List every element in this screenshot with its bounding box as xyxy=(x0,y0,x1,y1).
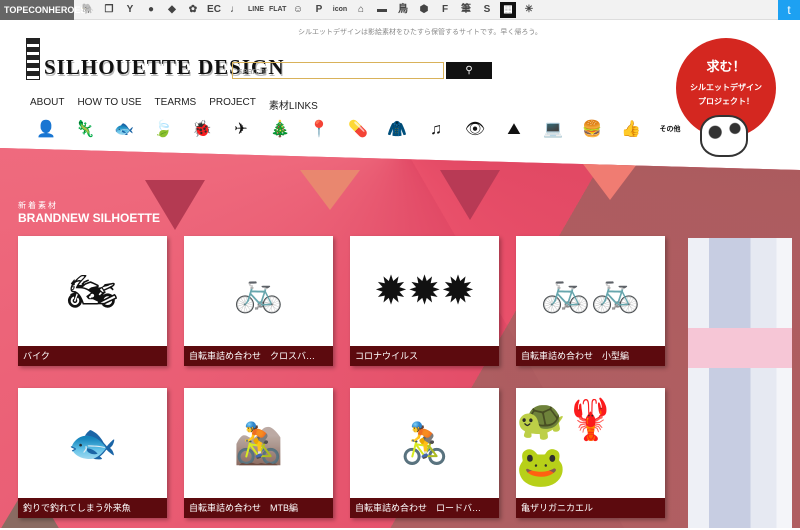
material-card[interactable]: 🚴 自転車詰め合わせ ロードバ… xyxy=(350,388,499,518)
site-link[interactable]: EC xyxy=(206,2,222,18)
card-thumbnail: 🚵 xyxy=(233,421,284,466)
section-title: BRANDNEW SILHOETTE xyxy=(18,211,160,225)
cow-mascot-icon xyxy=(700,115,748,157)
nav-how-to-use[interactable]: HOW TO USE xyxy=(77,97,141,112)
material-card[interactable]: 🚵 自転車詰め合わせ MTB編 xyxy=(184,388,333,518)
material-card[interactable]: 🐟 釣りで釣れてしまう外来魚 xyxy=(18,388,167,518)
site-link[interactable]: F xyxy=(437,2,453,18)
site-link[interactable]: icon xyxy=(332,2,348,18)
laptop-icon[interactable]: 💻 xyxy=(541,120,565,140)
material-card[interactable]: 🚲🚲 自転車詰め合わせ 小型編 xyxy=(516,236,665,366)
topeconheroes-link[interactable]: TOPECONHEROES xyxy=(0,0,86,20)
site-link[interactable]: FLAT xyxy=(269,2,286,18)
card-caption: 自転車詰め合わせ MTB編 xyxy=(184,498,333,518)
promo-line1: シルエットデザイン xyxy=(690,83,762,92)
lighthouse-icon xyxy=(26,38,40,80)
advertisement[interactable] xyxy=(688,238,792,528)
nav-tearms[interactable]: TEARMS xyxy=(155,97,197,112)
twitter-icon[interactable]: t xyxy=(778,0,800,20)
burger-icon[interactable]: 🍔 xyxy=(580,120,604,140)
person-icon[interactable]: Y xyxy=(122,2,138,18)
music-icon[interactable]: ♫ xyxy=(424,120,448,140)
house-icon[interactable]: ⌂ xyxy=(353,2,369,18)
shape-icon[interactable]: ◆ xyxy=(164,2,180,18)
nav-links[interactable]: 素材LINKS xyxy=(269,97,318,112)
card-caption: 自転車詰め合わせ クロスバ… xyxy=(184,346,333,366)
site-link[interactable]: ♩ xyxy=(227,2,243,18)
leaf-icon[interactable]: 🍃 xyxy=(151,120,175,140)
card-thumbnail: 🐢🦞🐸 xyxy=(516,398,616,489)
map-pin-icon[interactable]: 📍 xyxy=(307,120,331,140)
mountain-icon[interactable]: ⛰ xyxy=(502,120,526,140)
eye-icon[interactable]: 👁 xyxy=(463,120,487,140)
card-caption: バイク xyxy=(18,346,167,366)
promo-title: 求む！ xyxy=(706,59,746,74)
card-thumbnail: 🚲 xyxy=(233,269,284,314)
card-caption: 亀ザリガニカエル xyxy=(516,498,665,518)
site-link[interactable]: S xyxy=(479,2,495,18)
animal-icon[interactable]: 🐘 xyxy=(80,2,96,18)
speech-icon[interactable]: ● xyxy=(143,2,159,18)
card-caption: 自転車詰め合わせ 小型編 xyxy=(516,346,665,366)
card-thumbnail: ✹✹✹ xyxy=(374,269,475,313)
bug-icon[interactable]: 🐞 xyxy=(190,120,214,140)
lizard-icon[interactable]: 🦎 xyxy=(73,120,97,140)
fish-icon[interactable]: 🐟 xyxy=(112,120,136,140)
smile-icon[interactable]: ☺ xyxy=(290,2,306,18)
material-card[interactable]: 🚲 自転車詰め合わせ クロスバ… xyxy=(184,236,333,366)
copy-icon[interactable]: ❐ xyxy=(101,2,117,18)
star-icon[interactable]: ✳ xyxy=(521,2,537,18)
site-link[interactable]: P xyxy=(311,2,327,18)
person-icon[interactable]: 👤 xyxy=(34,120,58,140)
hand-icon[interactable]: 👍 xyxy=(619,120,643,140)
card-caption: 釣りで釣れてしまう外来魚 xyxy=(18,498,167,518)
card-thumbnail: 🚴 xyxy=(399,421,450,466)
main-nav: ABOUT HOW TO USE TEARMS PROJECT 素材LINKS xyxy=(30,97,318,112)
card-caption: コロナウイルス xyxy=(350,346,499,366)
category-other[interactable]: その他 xyxy=(658,120,682,140)
material-card[interactable]: 🐢🦞🐸 亀ザリガニカエル xyxy=(516,388,665,518)
bird-icon[interactable]: 鳥 xyxy=(395,2,411,18)
site-link[interactable]: LINE xyxy=(248,2,264,18)
tree-icon[interactable]: 🎄 xyxy=(268,120,292,140)
card-caption: 自転車詰め合わせ ロードバ… xyxy=(350,498,499,518)
promo-line2: プロジェクト！ xyxy=(698,97,754,106)
airplane-icon[interactable]: ✈ xyxy=(229,120,253,140)
flower-icon[interactable]: ✿ xyxy=(185,2,201,18)
card-thumbnail: 🏍 xyxy=(67,269,118,314)
top-bar: TOPECONHEROES 🐘 ❐ Y ● ◆ ✿ EC ♩ LINE FLAT ☺ Picon ⌂ ▬ 鳥… xyxy=(0,0,800,20)
material-card[interactable]: 🏍 バイク xyxy=(18,236,167,366)
card-thumbnail: 🐟 xyxy=(67,421,118,466)
jacket-icon[interactable]: 🧥 xyxy=(385,120,409,140)
card-thumbnail: 🚲🚲 xyxy=(540,269,641,314)
site-link[interactable]: 筆 xyxy=(458,2,474,18)
nav-project[interactable]: PROJECT xyxy=(209,97,256,112)
ball-icon[interactable]: ⬢ xyxy=(416,2,432,18)
category-icons: 👤 🦎 🐟 🍃 🐞 ✈ 🎄 📍 💊 🧥 ♫ 👁 ⛰ 💻 🍔 👍 その他 xyxy=(34,120,682,140)
search-input[interactable]: search xyxy=(232,62,444,79)
tagline: シルエットデザインは影絵素材をひたすら保管するサイトです。早く帰ろう。 xyxy=(298,29,542,36)
section-heading: 新着素材 BRANDNEW SILHOETTE xyxy=(18,200,160,225)
sofa-icon[interactable]: ▬ xyxy=(374,2,390,18)
search-button[interactable]: ⚲ xyxy=(446,62,492,79)
section-jp: 新着素材 xyxy=(18,201,58,210)
site-icons: 🐘 ❐ Y ● ◆ ✿ EC ♩ LINE FLAT ☺ Picon ⌂ ▬ 鳥 ⬢ F 筆 S ▦ ✳ xyxy=(80,1,537,18)
pill-icon[interactable]: 💊 xyxy=(346,120,370,140)
material-card[interactable]: ✹✹✹ コロナウイルス xyxy=(350,236,499,366)
nav-about[interactable]: ABOUT xyxy=(30,97,64,112)
grid-icon[interactable]: ▦ xyxy=(500,1,516,18)
